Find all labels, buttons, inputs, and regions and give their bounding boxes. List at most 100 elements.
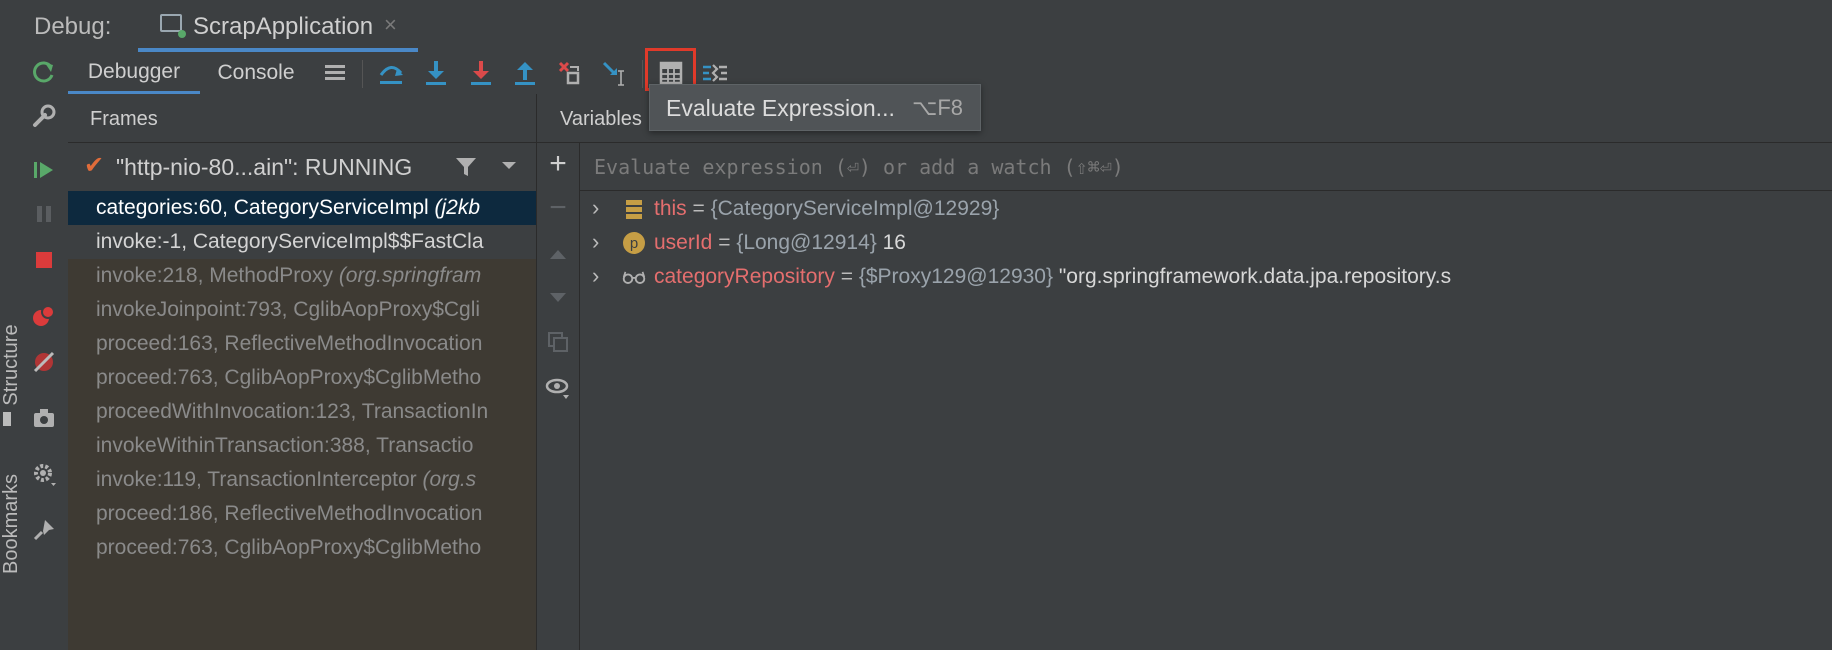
run-to-cursor-icon[interactable] [600,58,630,88]
resume-icon[interactable] [30,156,58,184]
frame-text: proceed:186, ReflectiveMethodInvocation [96,502,482,526]
rerun-icon[interactable] [30,58,58,86]
move-up-icon[interactable] [545,241,571,267]
frames-header: Frames [68,94,536,143]
variables-title: Variables [560,108,642,130]
view-breakpoints-icon[interactable] [30,302,58,330]
structure-tab[interactable]: Structure [0,321,22,409]
variable-row[interactable]: › this = {CategoryServiceImpl@12929} [580,192,1832,226]
app-window-icon [160,14,182,32]
frame-text: invoke:-1, CategoryServiceImpl$$FastCla [96,230,484,254]
toolbar-separator [362,60,363,88]
settings-wrench-icon[interactable] [30,102,58,130]
field-icon [622,197,646,221]
frame-method: proceed:763, CglibAopProxy$CglibMetho [96,536,482,559]
step-over-icon[interactable] [376,58,406,88]
step-into-icon[interactable] [421,58,451,88]
variable-text: this = {CategoryServiceImpl@12929} [654,197,1000,220]
watch-glasses-icon [622,265,646,289]
svg-text:p: p [630,235,638,252]
frame-row[interactable]: proceed:763, CglibAopProxy$CglibMetho [68,531,536,565]
tab-console[interactable]: Console [200,52,312,94]
frame-method: proceedWithInvocation:123, TransactionIn [96,400,489,423]
filter-icon[interactable] [454,155,478,184]
frame-row[interactable]: invoke:-1, CategoryServiceImpl$$FastCla [68,225,536,259]
frame-method: invokeJoinpoint:793, CglibAopProxy$Cgli [96,298,481,321]
frame-text: invoke:119, TransactionInterceptor (org.… [96,468,476,492]
evaluate-expression-input[interactable] [580,143,1832,190]
frame-row[interactable]: proceedWithInvocation:123, TransactionIn [68,395,536,429]
chevron-right-icon[interactable]: › [592,263,599,289]
camera-icon[interactable] [30,404,58,432]
stop-icon[interactable] [30,246,58,274]
frame-method: invoke:218, MethodProxy [96,264,339,287]
run-config-tab[interactable]: ScrapApplication × [138,0,418,52]
run-config-tab-title: ScrapApplication [193,13,374,40]
bookmarks-tab[interactable]: Bookmarks [0,474,22,574]
thread-selector[interactable]: ✔ "http-nio-80...ain": RUNNING [68,143,536,192]
frame-row[interactable]: proceed:163, ReflectiveMethodInvocation [68,327,536,361]
frame-package: (org.springfram [338,264,482,287]
drop-frame-icon[interactable] [555,58,585,88]
frame-text: proceedWithInvocation:123, TransactionIn [96,400,488,424]
frame-text: proceed:763, CglibAopProxy$CglibMetho [96,536,481,560]
frame-text: invoke:218, MethodProxy (org.springfram [96,264,481,288]
tooltip-text: Evaluate Expression... [666,95,895,121]
chevron-right-icon[interactable]: › [592,195,599,221]
chevron-right-icon[interactable]: › [592,229,599,255]
frame-row[interactable]: invokeWithinTransaction:388, Transactio [68,429,536,463]
running-indicator-icon [178,30,186,38]
debug-left-toolbar [20,52,69,650]
frame-row[interactable]: invoke:218, MethodProxy (org.springfram [68,259,536,293]
frame-text: categories:60, CategoryServiceImpl (j2kb [96,196,480,220]
move-down-icon[interactable] [545,285,571,311]
frame-row[interactable]: invoke:119, TransactionInterceptor (org.… [68,463,536,497]
frame-row[interactable]: invokeJoinpoint:793, CglibAopProxy$Cgli [68,293,536,327]
variable-text: userId = {Long@12914} 16 [654,231,906,254]
debug-label: Debug: [34,13,112,40]
toolbar-separator [642,60,643,88]
threads-menu-icon[interactable] [320,58,350,88]
frame-method: categories:60, CategoryServiceImpl [96,196,435,219]
frame-text: proceed:163, ReflectiveMethodInvocation [96,332,482,356]
frame-method: invoke:119, TransactionInterceptor [96,468,423,491]
check-icon: ✔ [84,152,105,179]
frame-text: proceed:763, CglibAopProxy$CglibMetho [96,366,481,390]
remove-watch-icon[interactable]: − [545,191,571,224]
pause-icon[interactable] [30,200,58,228]
evaluate-expression-tooltip: Evaluate Expression... ⌥F8 [649,84,981,131]
frame-method: proceed:763, CglibAopProxy$CglibMetho [96,366,482,389]
variable-row[interactable]: › categoryRepository = {$Proxy129@12930}… [580,260,1832,294]
duplicate-watch-icon[interactable] [545,329,571,355]
frame-row[interactable]: categories:60, CategoryServiceImpl (j2kb [68,191,536,225]
force-step-into-icon[interactable] [466,58,496,88]
frame-method: proceed:163, ReflectiveMethodInvocation [96,332,483,355]
variables-list: › this = {CategoryServiceImpl@12929} › p… [580,191,1832,650]
step-out-icon[interactable] [510,58,540,88]
debug-header: Debug: ScrapApplication × [20,0,1832,53]
mute-breakpoints-icon[interactable] [30,348,58,376]
parameter-icon: p [622,231,646,255]
add-watch-icon[interactable]: + [545,147,571,180]
chevron-down-icon[interactable] [500,159,518,178]
frame-package: (org.s [422,468,477,491]
frame-row[interactable]: proceed:186, ReflectiveMethodInvocation [68,497,536,531]
frame-method: invokeWithinTransaction:388, Transactio [96,434,474,457]
variables-toolbar: + − [537,143,580,650]
frame-row[interactable]: proceed:763, CglibAopProxy$CglibMetho [68,361,536,395]
frames-title: Frames [90,108,158,130]
variable-row[interactable]: › p userId = {Long@12914} 16 [580,226,1832,260]
show-watches-icon[interactable] [545,375,571,401]
gear-icon[interactable] [30,460,58,488]
frame-method: proceed:186, ReflectiveMethodInvocation [96,502,483,525]
frame-package: (j2kb [434,196,481,219]
structure-tab-icon [3,412,11,426]
pin-icon[interactable] [30,516,58,544]
side-tool-strip: Structure Bookmarks [0,0,22,650]
frames-list: categories:60, CategoryServiceImpl (j2kb… [68,191,536,650]
thread-name: "http-nio-80...ain": RUNNING [116,154,413,180]
frame-text: invokeWithinTransaction:388, Transactio [96,434,473,458]
frame-method: invoke:-1, CategoryServiceImpl$$FastCla [96,230,484,253]
tab-debugger[interactable]: Debugger [68,52,200,94]
close-tab-icon[interactable]: × [384,12,397,38]
